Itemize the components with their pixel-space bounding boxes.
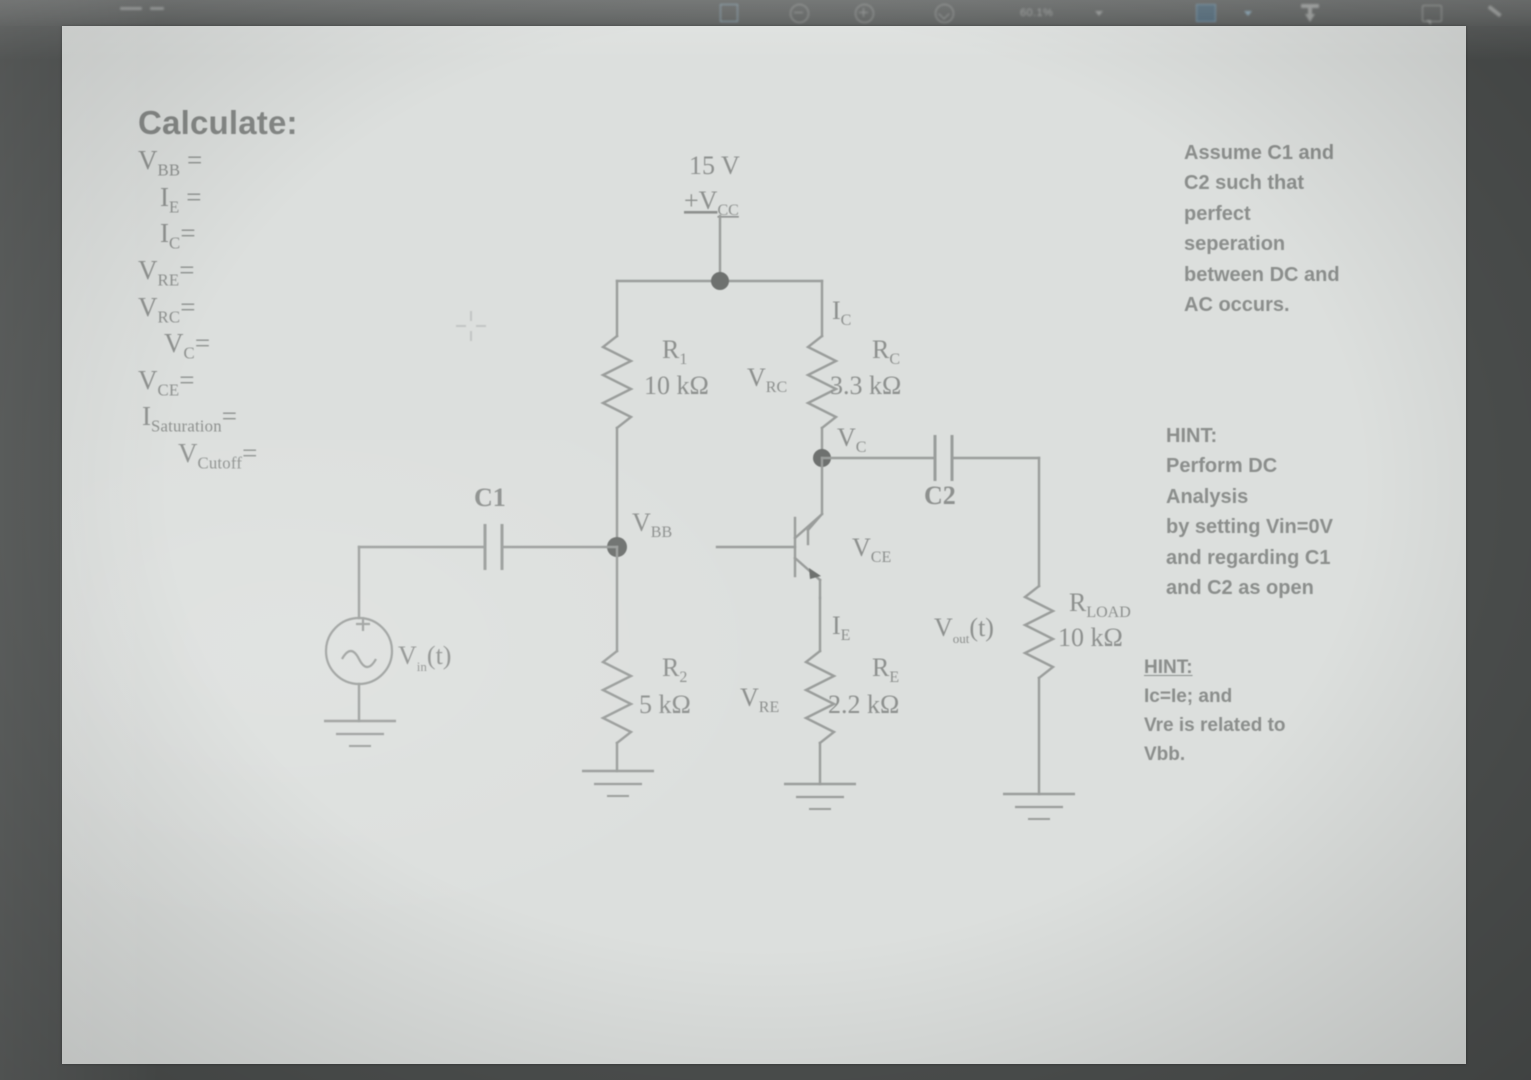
assume-line: C2 such that xyxy=(1184,172,1305,195)
calc-equals: = xyxy=(179,254,195,285)
fit-page-icon[interactable] xyxy=(935,0,954,26)
ground-symbol-load xyxy=(1003,792,1075,820)
pdf-viewer-toolbar: 60.1% xyxy=(0,0,1531,26)
highlighter-icon[interactable] xyxy=(1488,0,1508,26)
supply-voltage-label: 15 V xyxy=(689,151,740,180)
assume-line: seperation xyxy=(1184,233,1286,256)
zoom-dropdown-caret[interactable] xyxy=(1095,0,1103,26)
calc-subscript: RE xyxy=(157,270,180,290)
circuit-schematic: 15 V +VCC R1 10 kΩ IC RC 3.3 kΩ VRC VC V… xyxy=(324,151,1131,820)
calc-subscript: E xyxy=(169,197,180,217)
vin-label: Vin(t) xyxy=(398,641,451,674)
r1-label: R1 xyxy=(662,335,687,368)
assume-line: AC occurs. xyxy=(1184,293,1290,316)
c2-label: C2 xyxy=(924,481,956,510)
rc-value: 3.3 kΩ xyxy=(830,371,901,400)
re-label: RE xyxy=(872,653,899,686)
rload-label: RLOAD xyxy=(1069,588,1131,621)
vre-label: VRE xyxy=(740,683,779,716)
assume-line: between DC and xyxy=(1184,263,1340,286)
download-icon[interactable] xyxy=(1300,0,1320,26)
calc-symbol: V xyxy=(138,291,158,322)
calc-equals: = xyxy=(186,145,203,175)
page-thumbnail-icon[interactable] xyxy=(720,0,738,26)
r1-value: 10 kΩ xyxy=(644,371,709,400)
c1-label: C1 xyxy=(474,483,506,512)
ac-source-icon xyxy=(324,616,394,686)
re-value: 2.2 kΩ xyxy=(828,690,899,719)
calc-symbol: V xyxy=(138,254,158,285)
calc-symbol: I xyxy=(160,218,169,249)
document-page: Calculate: VBB = IE = IC= VRE= VRC= VC= … xyxy=(62,26,1466,1064)
assume-line: Assume C1 and xyxy=(1184,142,1335,164)
ground-symbol-source xyxy=(324,719,396,747)
vc-node-label: VC xyxy=(837,423,866,456)
calc-symbol: I xyxy=(160,181,169,212)
assume-note: Assume C1 and C2 such that perfect seper… xyxy=(1184,138,1484,320)
vce-label: VCE xyxy=(852,533,891,566)
calc-equals: = xyxy=(186,181,202,212)
vrc-label: VRC xyxy=(747,363,787,396)
assume-line: perfect xyxy=(1184,202,1251,225)
zoom-level-label: 60.1% xyxy=(1020,7,1054,19)
ie-label: IE xyxy=(832,611,850,644)
vbb-node-label: VBB xyxy=(632,508,672,541)
calc-symbol: V xyxy=(178,438,198,468)
rc-label: RC xyxy=(872,335,900,368)
calc-equals: = xyxy=(180,291,196,322)
calc-subscript: C xyxy=(183,343,195,363)
calc-subscript: BB xyxy=(157,160,181,180)
zoom-in-icon[interactable] xyxy=(855,0,874,26)
calc-subscript: RC xyxy=(157,306,181,326)
ground-symbol-divider xyxy=(582,769,654,797)
r2-label: R2 xyxy=(662,653,687,686)
calc-symbol: V xyxy=(164,328,184,359)
rload-value: 10 kΩ xyxy=(1058,623,1123,652)
ground-symbol-emitter xyxy=(784,782,856,810)
calc-symbol: V xyxy=(138,145,158,175)
select-tool-icon[interactable] xyxy=(1196,0,1216,26)
ic-label: IC xyxy=(832,296,851,329)
calc-equals: = xyxy=(179,364,195,395)
select-tool-caret-icon[interactable] xyxy=(1244,0,1252,26)
emitter-arrow-icon xyxy=(809,568,821,579)
zoom-out-icon[interactable] xyxy=(790,0,809,26)
r2-value: 5 kΩ xyxy=(639,690,691,719)
comment-icon[interactable] xyxy=(1422,0,1442,26)
calc-subscript: C xyxy=(169,233,181,253)
calc-equals: = xyxy=(194,328,211,359)
node-vcc xyxy=(711,272,729,290)
supply-vcc-label: +VCC xyxy=(684,186,739,219)
calc-equals: = xyxy=(180,218,196,249)
calc-symbol: I xyxy=(142,401,151,432)
calc-symbol: V xyxy=(138,364,158,395)
toolbar-left-controls[interactable] xyxy=(0,0,164,26)
registration-crosshair-icon xyxy=(456,311,486,341)
calc-subscript: CE xyxy=(157,380,180,400)
vout-label: Vout(t) xyxy=(934,613,994,646)
